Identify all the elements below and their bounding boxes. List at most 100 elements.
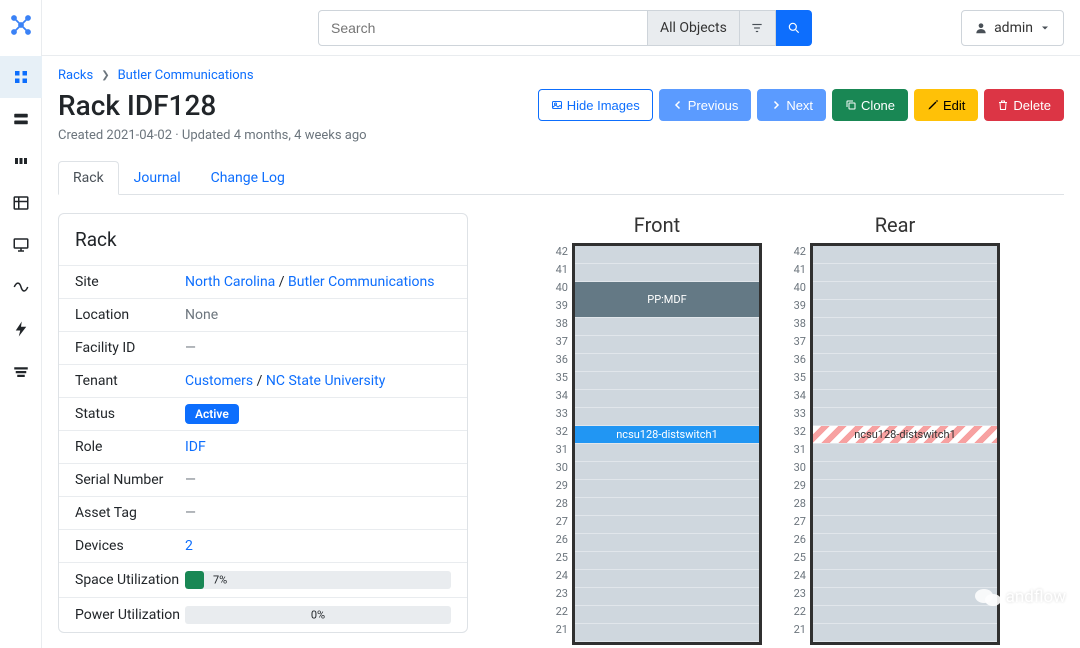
tab-changelog[interactable]: Change Log (196, 161, 300, 194)
rack-empty-slot[interactable] (575, 372, 759, 390)
rack-u-label: 27 (552, 513, 572, 531)
val-asset: — (185, 505, 196, 521)
sidebar-item-ipam[interactable] (0, 182, 42, 224)
rack-empty-slot[interactable] (813, 408, 997, 426)
rack-empty-slot[interactable] (575, 534, 759, 552)
rack-empty-slot[interactable] (813, 624, 997, 642)
rack-empty-slot[interactable] (813, 372, 997, 390)
rack-rear: Rear 42414039383736353433323130292827262… (790, 213, 1000, 648)
rack-empty-slot[interactable] (575, 624, 759, 642)
rack-u-label: 42 (790, 243, 810, 261)
val-location: None (185, 307, 218, 323)
link-role[interactable]: IDF (185, 439, 206, 455)
rack-empty-slot[interactable] (813, 318, 997, 336)
rack-empty-slot[interactable] (813, 606, 997, 624)
rack-u-label: 30 (790, 459, 810, 477)
rack-empty-slot[interactable] (813, 534, 997, 552)
rack-device-sw[interactable]: ncsu128-distswitch1 (575, 426, 759, 444)
rack-empty-slot[interactable] (813, 390, 997, 408)
rack-empty-slot[interactable] (813, 552, 997, 570)
rack-u-label: 34 (790, 387, 810, 405)
search-scope-dropdown[interactable]: All Objects (648, 10, 740, 46)
rack-empty-slot[interactable] (575, 570, 759, 588)
search-scope-label: All Objects (660, 20, 727, 36)
rack-empty-slot[interactable] (575, 354, 759, 372)
rack-empty-slot[interactable] (813, 516, 997, 534)
rack-u-label: 26 (552, 531, 572, 549)
page-meta: Created 2021-04-02 · Updated 4 months, 4… (58, 128, 1064, 143)
rack-device-sw[interactable]: ncsu128-distswitch1 (813, 426, 997, 444)
rack-empty-slot[interactable] (575, 390, 759, 408)
sidebar-item-circuits[interactable] (0, 266, 42, 308)
rack-empty-slot[interactable] (575, 246, 759, 264)
space-utilization-bar: 7% (185, 571, 451, 589)
edit-button[interactable]: Edit (914, 89, 978, 121)
rack-empty-slot[interactable] (575, 588, 759, 606)
clone-button[interactable]: Clone (832, 89, 908, 121)
delete-button[interactable]: Delete (984, 89, 1064, 121)
rack-empty-slot[interactable] (813, 300, 997, 318)
link-devices-count[interactable]: 2 (185, 538, 193, 554)
rack-u-label: 33 (552, 405, 572, 423)
rack-empty-slot[interactable] (813, 498, 997, 516)
rack-empty-slot[interactable] (575, 444, 759, 462)
rack-empty-slot[interactable] (813, 354, 997, 372)
chevron-right-icon (770, 99, 782, 111)
user-menu[interactable]: admin (961, 10, 1064, 46)
sidebar-item-virtualization[interactable] (0, 224, 42, 266)
rack-empty-slot[interactable] (575, 498, 759, 516)
sidebar-item-power[interactable] (0, 308, 42, 350)
rack-empty-slot[interactable] (575, 318, 759, 336)
rack-empty-slot[interactable] (575, 264, 759, 282)
rack-u-label: 35 (790, 369, 810, 387)
previous-button[interactable]: Previous (659, 89, 752, 121)
rack-empty-slot[interactable] (575, 336, 759, 354)
search-filter-button[interactable] (740, 10, 776, 46)
search-input[interactable] (318, 10, 648, 46)
rack-device-pp[interactable]: PP:MDF (575, 282, 759, 318)
chevron-left-icon (672, 99, 684, 111)
rack-empty-slot[interactable] (813, 282, 997, 300)
rack-empty-slot[interactable] (813, 336, 997, 354)
rack-empty-slot[interactable] (575, 462, 759, 480)
app-logo[interactable] (0, 4, 42, 46)
sidebar-item-devices[interactable] (0, 98, 42, 140)
rack-u-label: 24 (552, 567, 572, 585)
rack-empty-slot[interactable] (575, 408, 759, 426)
wechat-icon (974, 586, 1002, 608)
rack-u-label: 23 (552, 585, 572, 603)
rack-empty-slot[interactable] (813, 264, 997, 282)
link-site-name[interactable]: Butler Communications (288, 274, 434, 290)
rack-empty-slot[interactable] (813, 588, 997, 606)
rack-empty-slot[interactable] (575, 606, 759, 624)
rack-u-label: 34 (552, 387, 572, 405)
search-button[interactable] (776, 10, 812, 46)
breadcrumb: Racks ❯ Butler Communications (58, 68, 1064, 83)
sidebar-item-other[interactable] (0, 350, 42, 392)
rack-u-label: 25 (790, 549, 810, 567)
tab-journal[interactable]: Journal (119, 161, 196, 194)
rack-empty-slot[interactable] (575, 480, 759, 498)
rack-front-title: Front (552, 213, 762, 237)
breadcrumb-racks[interactable]: Racks (58, 68, 93, 83)
tab-rack[interactable]: Rack (58, 161, 119, 195)
link-tenant[interactable]: NC State University (266, 373, 385, 389)
link-site-region[interactable]: North Carolina (185, 274, 275, 290)
rack-empty-slot[interactable] (813, 462, 997, 480)
status-badge: Active (185, 404, 239, 424)
sidebar-item-connections[interactable] (0, 140, 42, 182)
breadcrumb-site[interactable]: Butler Communications (118, 68, 254, 83)
user-icon (974, 21, 988, 35)
rack-empty-slot[interactable] (575, 552, 759, 570)
rack-empty-slot[interactable] (575, 516, 759, 534)
rack-empty-slot[interactable] (813, 444, 997, 462)
next-button[interactable]: Next (757, 89, 826, 121)
rack-empty-slot[interactable] (813, 246, 997, 264)
rack-empty-slot[interactable] (813, 570, 997, 588)
hide-images-button[interactable]: Hide Images (538, 89, 653, 121)
rack-u-label: 32 (790, 423, 810, 441)
rack-u-label: 35 (552, 369, 572, 387)
sidebar-item-organization[interactable] (0, 56, 42, 98)
link-tenant-group[interactable]: Customers (185, 373, 253, 389)
rack-empty-slot[interactable] (813, 480, 997, 498)
